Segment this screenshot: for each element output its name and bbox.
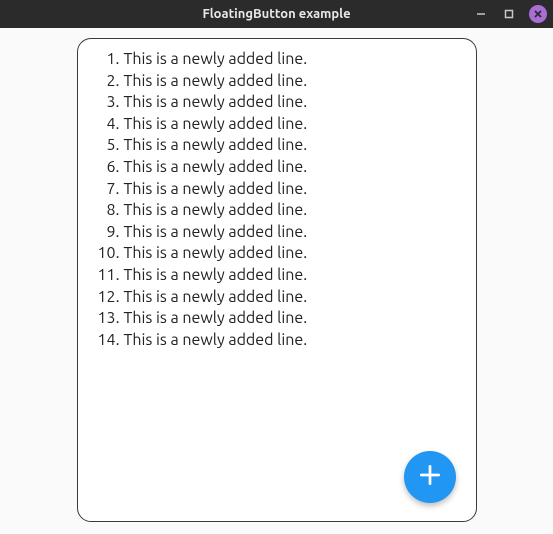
line-text: This is a newly added line. bbox=[124, 71, 308, 93]
line-text: This is a newly added line. bbox=[124, 243, 308, 265]
line-text: This is a newly added line. bbox=[124, 135, 308, 157]
line-text: This is a newly added line. bbox=[124, 179, 308, 201]
window-title: FloatingButton example bbox=[202, 7, 350, 21]
close-button[interactable] bbox=[529, 5, 547, 23]
line-number: 8. bbox=[92, 200, 120, 222]
line-text: This is a newly added line. bbox=[124, 265, 308, 287]
list-item: 9. This is a newly added line. bbox=[92, 222, 462, 244]
line-number: 7. bbox=[92, 179, 120, 201]
line-text: This is a newly added line. bbox=[124, 222, 308, 244]
list-item: 5. This is a newly added line. bbox=[92, 135, 462, 157]
line-text: This is a newly added line. bbox=[124, 200, 308, 222]
line-number: 5. bbox=[92, 135, 120, 157]
list-item: 4. This is a newly added line. bbox=[92, 114, 462, 136]
list-item: 10. This is a newly added line. bbox=[92, 243, 462, 265]
floating-action-button[interactable] bbox=[404, 451, 456, 503]
line-text: This is a newly added line. bbox=[124, 114, 308, 136]
line-number: 12. bbox=[92, 287, 120, 309]
minimize-button[interactable] bbox=[473, 6, 489, 22]
line-number: 2. bbox=[92, 71, 120, 93]
list-item: 8. This is a newly added line. bbox=[92, 200, 462, 222]
list-item: 6. This is a newly added line. bbox=[92, 157, 462, 179]
line-number: 9. bbox=[92, 222, 120, 244]
list-item: 1. This is a newly added line. bbox=[92, 49, 462, 71]
line-text: This is a newly added line. bbox=[124, 287, 308, 309]
list-item: 11. This is a newly added line. bbox=[92, 265, 462, 287]
line-number: 10. bbox=[92, 243, 120, 265]
line-number: 4. bbox=[92, 114, 120, 136]
window-controls bbox=[473, 0, 547, 28]
list-item: 7. This is a newly added line. bbox=[92, 179, 462, 201]
maximize-button[interactable] bbox=[501, 6, 517, 22]
list-item: 13. This is a newly added line. bbox=[92, 308, 462, 330]
content-card: 1. This is a newly added line.2. This is… bbox=[77, 38, 477, 522]
list-item: 12. This is a newly added line. bbox=[92, 287, 462, 309]
lines-list: 1. This is a newly added line.2. This is… bbox=[92, 49, 462, 351]
list-item: 2. This is a newly added line. bbox=[92, 71, 462, 93]
line-text: This is a newly added line. bbox=[124, 308, 308, 330]
list-item: 3. This is a newly added line. bbox=[92, 92, 462, 114]
line-number: 11. bbox=[92, 265, 120, 287]
line-number: 6. bbox=[92, 157, 120, 179]
line-number: 14. bbox=[92, 330, 120, 352]
line-number: 13. bbox=[92, 308, 120, 330]
app-body: 1. This is a newly added line.2. This is… bbox=[0, 28, 553, 534]
line-text: This is a newly added line. bbox=[124, 49, 308, 71]
line-text: This is a newly added line. bbox=[124, 92, 308, 114]
line-number: 1. bbox=[92, 49, 120, 71]
line-number: 3. bbox=[92, 92, 120, 114]
list-item: 14. This is a newly added line. bbox=[92, 330, 462, 352]
titlebar: FloatingButton example bbox=[0, 0, 553, 28]
plus-icon bbox=[417, 462, 443, 492]
line-text: This is a newly added line. bbox=[124, 330, 308, 352]
line-text: This is a newly added line. bbox=[124, 157, 308, 179]
